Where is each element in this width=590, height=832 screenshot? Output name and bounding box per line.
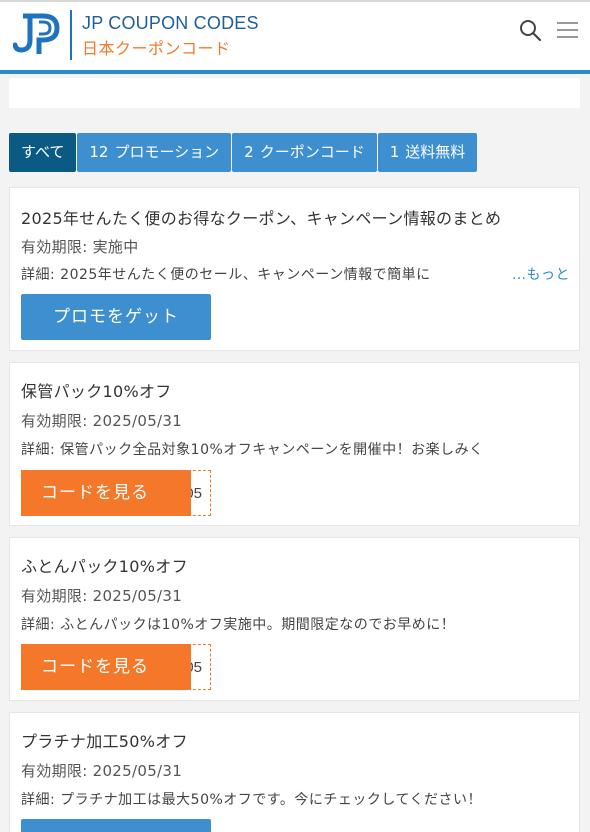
offer-title[interactable]: 2025年せんたく便のお得なクーポン、キャンペーン情報のまとめ <box>21 205 501 229</box>
tab-label: すべて <box>21 143 65 161</box>
reveal-code-button[interactable]: 505 コードを見る <box>21 644 211 690</box>
jp-logo[interactable] <box>13 12 61 56</box>
read-more-link[interactable]: …もっと <box>510 264 570 284</box>
tab-promotions[interactable]: 12 プロモーション <box>77 133 232 172</box>
offer-detail: 詳細: 保管パック全品対象10%オフキャンペーンを開催中！お楽しみく <box>21 442 484 458</box>
offer-expiry: 有効期限: 実施中 <box>21 238 139 256</box>
get-promo-button[interactable] <box>21 819 211 832</box>
tab-count: 12 <box>89 143 109 161</box>
tab-free-shipping[interactable]: 1 送料無料 <box>377 133 478 172</box>
offer-expiry: 有効期限: 2025/05/31 <box>21 587 183 605</box>
offer-title[interactable]: ふとんパック10%オフ <box>21 553 188 577</box>
offer-detail-text: 詳細: 2025年せんたく便のセール、キャンペーン情報で簡単に <box>21 267 431 283</box>
tab-label: 送料無料 <box>405 143 466 161</box>
offer-detail: 詳細: 2025年せんたく便のセール、キャンペーン情報で簡単に …もっと <box>21 264 570 284</box>
tab-count: 1 <box>389 143 400 161</box>
get-promo-button[interactable]: プロモをゲット <box>21 294 211 340</box>
hamburger-menu-icon[interactable] <box>557 21 578 39</box>
offer-filter-tabs: すべて 12 プロモーション 2 クーポンコード 1 送料無料 <box>9 133 478 172</box>
tab-count: 2 <box>244 143 254 161</box>
offer-detail: 詳細: ふとんパックは10%オフ実施中。期間限定なのでお早めに！ <box>21 617 456 633</box>
tab-label: プロモーション <box>114 143 220 161</box>
tab-coupon-codes[interactable]: 2 クーポンコード <box>232 133 377 172</box>
ad-banner-placeholder <box>9 78 580 108</box>
site-header: JP COUPON CODES 日本クーポンコード <box>0 0 590 74</box>
offer-expiry: 有効期限: 2025/05/31 <box>21 412 183 430</box>
tab-label: クーポンコード <box>259 143 365 161</box>
logo-divider <box>70 10 72 60</box>
offer-title[interactable]: 保管パック10%オフ <box>21 378 172 402</box>
offer-card: 2025年せんたく便のお得なクーポン、キャンペーン情報のまとめ 有効期限: 実施… <box>9 187 580 351</box>
brand-name-japanese[interactable]: 日本クーポンコード <box>82 35 231 59</box>
offer-card: 保管パック10%オフ 有効期限: 2025/05/31 詳細: 保管パック全品対… <box>9 362 580 526</box>
offer-card: プラチナ加工50%オフ 有効期限: 2025/05/31 詳細: プラチナ加工は… <box>9 712 580 832</box>
offer-title[interactable]: プラチナ加工50%オフ <box>21 728 188 752</box>
tab-all[interactable]: すべて <box>9 133 77 172</box>
reveal-code-button[interactable]: 505 コードを見る <box>21 470 211 516</box>
offer-detail: 詳細: プラチナ加工は最大50%オフです。今にチェックしてください！ <box>21 792 483 808</box>
search-icon[interactable] <box>518 18 542 42</box>
offer-expiry: 有効期限: 2025/05/31 <box>21 762 183 780</box>
offer-card: ふとんパック10%オフ 有効期限: 2025/05/31 詳細: ふとんパックは… <box>9 537 580 701</box>
brand-name-english[interactable]: JP COUPON CODES <box>82 13 259 34</box>
